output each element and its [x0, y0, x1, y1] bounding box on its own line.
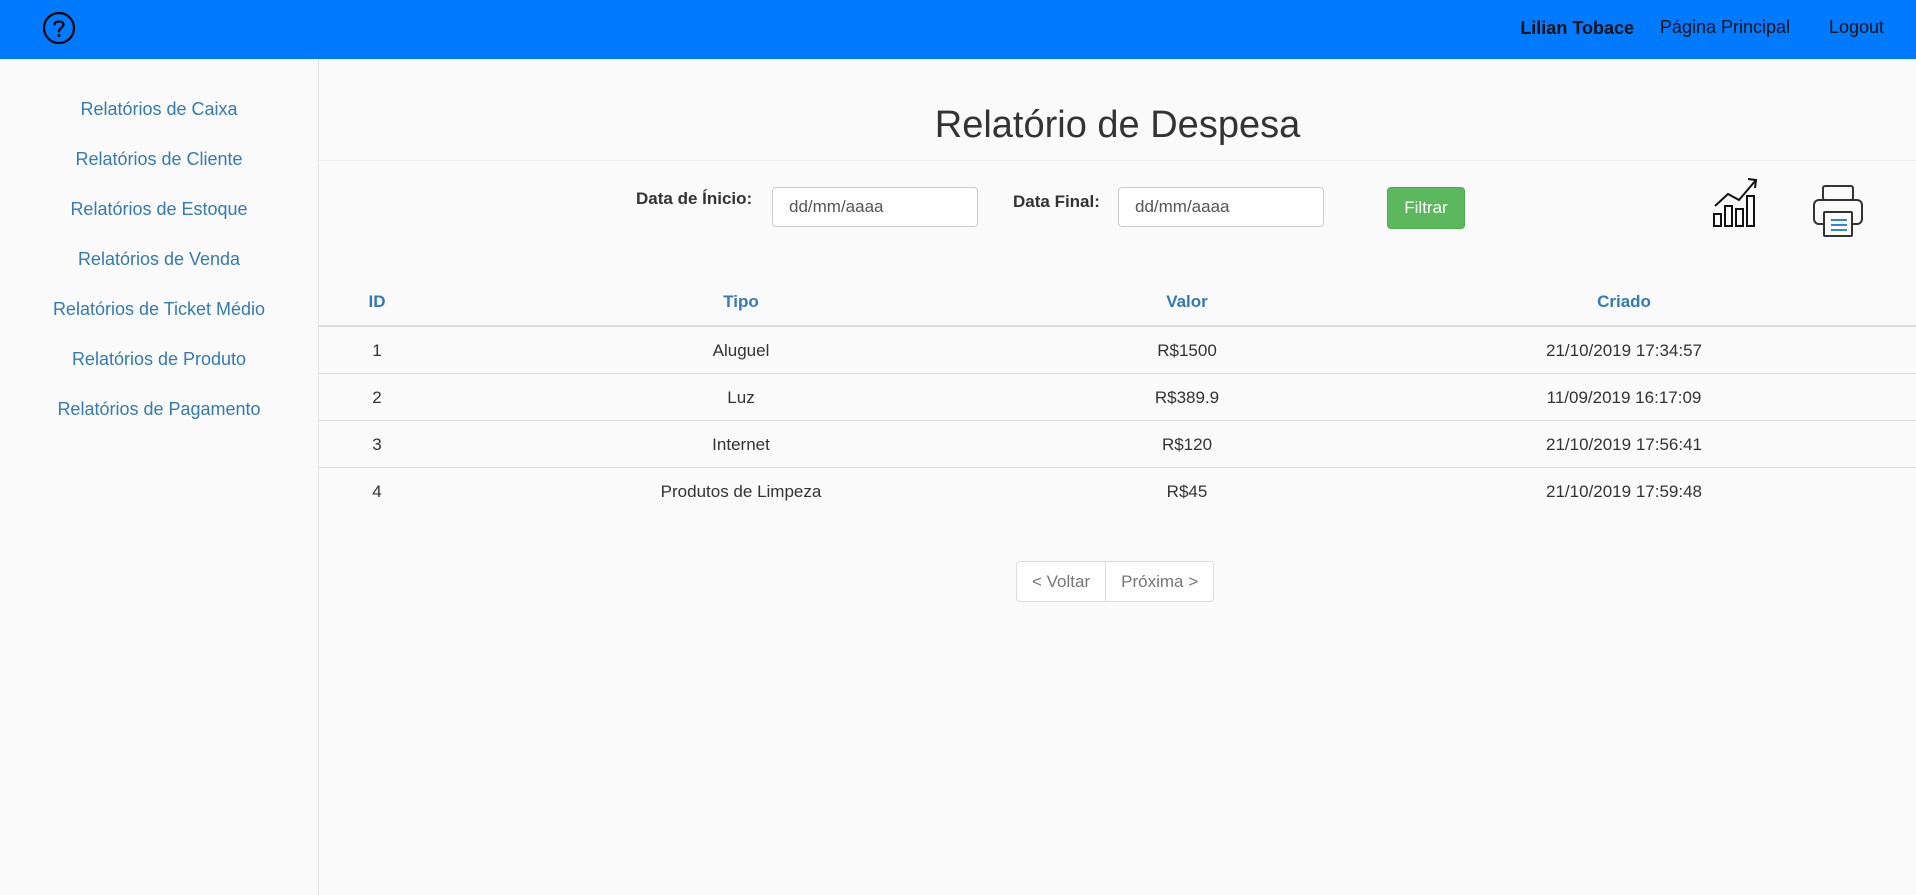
cell-valor: R$45 [1166, 482, 1208, 501]
sidebar-item-caixa[interactable]: Relatórios de Caixa [0, 99, 318, 120]
end-date-input[interactable] [1118, 187, 1324, 227]
table-row: 3 Internet R$120 21/10/2019 17:56:41 [319, 421, 1916, 468]
sidebar-item-venda[interactable]: Relatórios de Venda [0, 249, 318, 270]
cell-tipo: Internet [712, 435, 770, 454]
cell-valor: R$120 [1161, 435, 1213, 454]
next-page-button[interactable]: Próxima > [1105, 562, 1213, 601]
logout-link[interactable]: Logout [1829, 17, 1884, 38]
cell-criado: 21/10/2019 17:56:41 [1546, 435, 1702, 454]
page-title: Relatório de Despesa [934, 104, 1301, 146]
table-header: ID Tipo Valor Criado [319, 283, 1916, 327]
sidebar: Relatórios de Caixa Relatórios de Client… [0, 59, 319, 895]
sidebar-item-ticket-medio[interactable]: Relatórios de Ticket Médio [0, 299, 318, 320]
column-header-criado[interactable]: Criado [1597, 292, 1651, 312]
pagination: < Voltar Próxima > [1016, 561, 1215, 602]
printer-icon[interactable] [1811, 184, 1865, 238]
table-row: 4 Produtos de Limpeza R$45 21/10/2019 17… [319, 468, 1916, 514]
cell-tipo: Luz [727, 388, 755, 407]
expense-table: ID Tipo Valor Criado 1 Aluguel R$1500 21… [319, 283, 1916, 514]
previous-page-button[interactable]: < Voltar [1017, 562, 1105, 601]
column-header-id[interactable]: ID [369, 292, 386, 312]
cell-id: 1 [372, 341, 382, 360]
cell-criado: 21/10/2019 17:59:48 [1546, 482, 1702, 501]
cell-tipo: Aluguel [712, 341, 770, 360]
cell-id: 3 [372, 435, 382, 454]
cell-valor: R$1500 [1157, 341, 1217, 360]
help-circle-icon[interactable] [40, 9, 78, 47]
sidebar-item-estoque[interactable]: Relatórios de Estoque [0, 199, 318, 220]
start-date-input[interactable] [772, 187, 978, 227]
sidebar-item-pagamento[interactable]: Relatórios de Pagamento [0, 399, 318, 420]
cell-id: 4 [372, 482, 382, 501]
title-divider [319, 160, 1916, 161]
home-link[interactable]: Página Principal [1660, 17, 1790, 38]
end-date-label: Data Final: [1013, 192, 1100, 211]
top-navbar: Lilian Tobace Página Principal Logout [0, 0, 1916, 59]
sidebar-item-produto[interactable]: Relatórios de Produto [0, 349, 318, 370]
cell-tipo: Produtos de Limpeza [660, 482, 822, 501]
chart-growth-icon[interactable] [1710, 176, 1760, 228]
sidebar-item-cliente[interactable]: Relatórios de Cliente [0, 149, 318, 170]
cell-id: 2 [372, 388, 382, 407]
filter-button[interactable]: Filtrar [1387, 187, 1465, 229]
user-name: Lilian Tobace [1520, 18, 1634, 38]
cell-valor: R$389.9 [1154, 388, 1220, 407]
column-header-tipo[interactable]: Tipo [723, 292, 759, 312]
table-row: 1 Aluguel R$1500 21/10/2019 17:34:57 [319, 327, 1916, 374]
table-row: 2 Luz R$389.9 11/09/2019 16:17:09 [319, 374, 1916, 421]
column-header-valor[interactable]: Valor [1166, 292, 1208, 312]
start-date-label: Data de Ínicio: [636, 189, 753, 208]
cell-criado: 11/09/2019 16:17:09 [1546, 388, 1702, 407]
cell-criado: 21/10/2019 17:34:57 [1546, 341, 1702, 360]
